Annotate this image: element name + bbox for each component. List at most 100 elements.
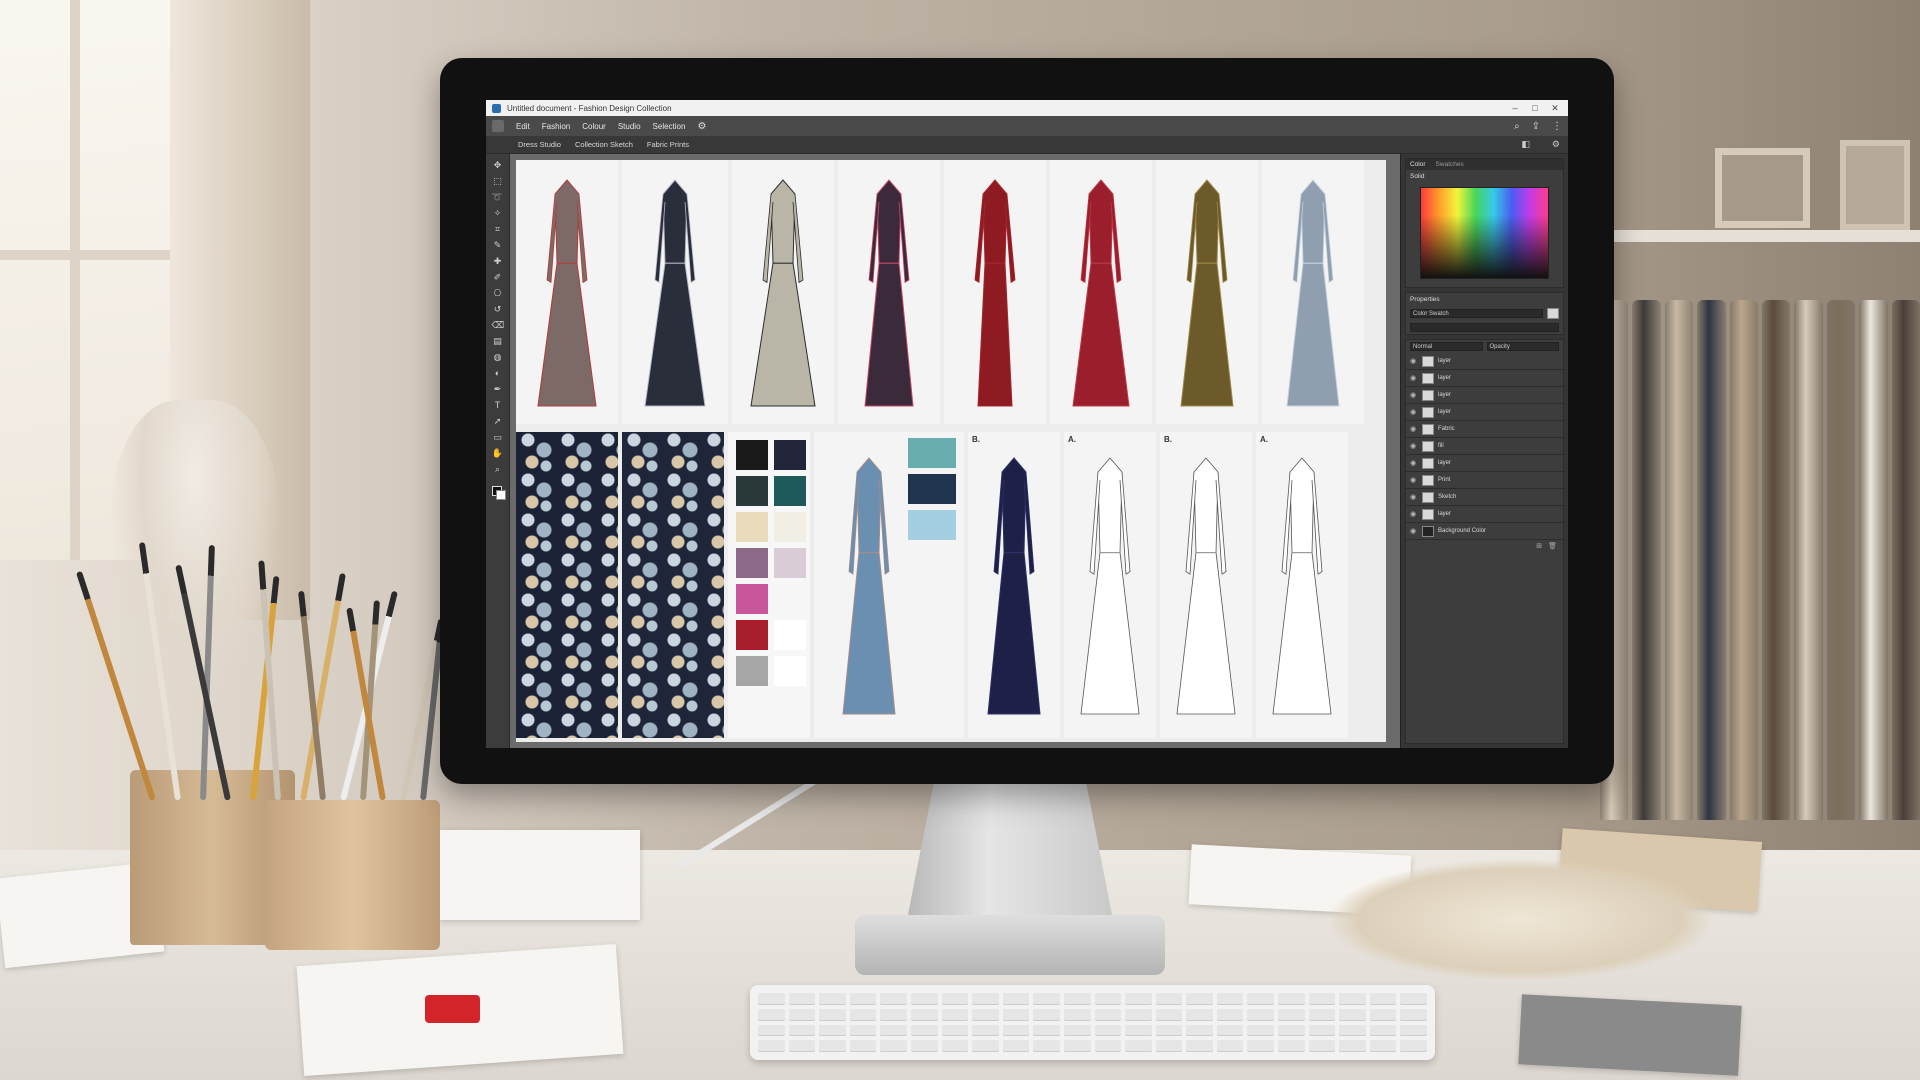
menu-item-edit[interactable]: Edit (516, 122, 530, 131)
dress-thumbnail[interactable] (838, 160, 940, 424)
keyboard-key[interactable] (1339, 1040, 1366, 1052)
keyboard-key[interactable] (788, 1040, 816, 1052)
lasso-icon[interactable]: ➰ (492, 192, 504, 203)
keyboard-key[interactable] (849, 1024, 877, 1037)
keyboard-key[interactable] (1094, 1008, 1122, 1021)
dress-sketch[interactable]: A. (1064, 432, 1156, 738)
pen-icon[interactable]: ✒ (492, 384, 504, 395)
color-swatch[interactable] (774, 440, 806, 470)
keyboard-key[interactable] (1216, 1040, 1244, 1052)
keyboard-key[interactable] (1063, 1024, 1091, 1037)
keyboard-key[interactable] (1247, 1008, 1275, 1021)
color-thumb[interactable] (1547, 308, 1559, 319)
keyboard-key[interactable] (1033, 1024, 1060, 1037)
color-swatch[interactable] (774, 584, 806, 614)
keyboard-key[interactable] (758, 993, 785, 1005)
layer-row[interactable]: ◉ layer (1406, 506, 1563, 523)
keyboard-key[interactable] (758, 1024, 785, 1037)
keyboard-key[interactable] (1369, 1040, 1397, 1052)
eye-icon[interactable]: ◉ (1410, 510, 1418, 518)
keyboard-key[interactable] (972, 1040, 999, 1052)
keyboard-key[interactable] (1094, 1040, 1122, 1052)
arrange-icon[interactable]: ◧ (1521, 139, 1530, 150)
keyboard-key[interactable] (1002, 1040, 1030, 1052)
keyboard-key[interactable] (1278, 1008, 1305, 1021)
eye-icon[interactable]: ◉ (1410, 527, 1418, 535)
keyboard-key[interactable] (1155, 1040, 1183, 1052)
path-icon[interactable]: ➚ (492, 416, 504, 427)
keyboard-key[interactable] (819, 1040, 846, 1052)
eye-icon[interactable]: ◉ (1410, 425, 1418, 433)
dress-sketch[interactable]: B. (968, 432, 1060, 738)
keyboard-key[interactable] (1094, 993, 1122, 1005)
keyboard-key[interactable] (1369, 1008, 1397, 1021)
keyboard-key[interactable] (788, 1008, 816, 1021)
keyboard-key[interactable] (1339, 1008, 1366, 1021)
layer-row[interactable]: ◉ layer (1406, 455, 1563, 472)
keyboard-key[interactable] (910, 1024, 938, 1037)
keyboard-key[interactable] (1308, 1008, 1336, 1021)
keyboard-key[interactable] (758, 1040, 785, 1052)
minimize-button[interactable]: – (1508, 103, 1522, 113)
color-swatch[interactable] (736, 476, 768, 506)
keyboard-key[interactable] (849, 1008, 877, 1021)
menu-item-studio[interactable]: Studio (618, 122, 641, 131)
keyboard-key[interactable] (1369, 993, 1397, 1005)
keyboard-key[interactable] (1400, 1024, 1427, 1037)
keyboard-key[interactable] (910, 1040, 938, 1052)
fabric-print-swatch[interactable] (516, 432, 618, 738)
zoom-icon[interactable]: ⌕ (492, 464, 504, 475)
layer-row[interactable]: ◉ Print (1406, 472, 1563, 489)
menu-item-fashion[interactable]: Fashion (542, 122, 570, 131)
keyboard-key[interactable] (1369, 1024, 1397, 1037)
keyboard-key[interactable] (972, 993, 999, 1005)
gradient-icon[interactable]: ▤ (492, 336, 504, 347)
color-swatch[interactable] (736, 440, 768, 470)
color-swatch[interactable] (736, 584, 768, 614)
keyboard-key[interactable] (1063, 1008, 1091, 1021)
keyboard-key[interactable] (1278, 993, 1305, 1005)
color-picker[interactable] (1420, 187, 1549, 279)
keyboard-key[interactable] (880, 1008, 907, 1021)
color-swatch[interactable] (774, 512, 806, 542)
keyboard-key[interactable] (1002, 1024, 1030, 1037)
dress-thumbnail[interactable] (1156, 160, 1258, 424)
blur-icon[interactable]: ◍ (492, 352, 504, 363)
keyboard-key[interactable] (1308, 993, 1336, 1005)
keyboard-key[interactable] (1247, 1024, 1275, 1037)
settings-icon[interactable]: ⚙ (697, 121, 706, 132)
keyboard-key[interactable] (819, 1008, 846, 1021)
trash-icon[interactable]: 🗑 (1548, 542, 1557, 550)
eye-icon[interactable]: ◉ (1410, 459, 1418, 467)
keyboard-key[interactable] (1216, 1008, 1244, 1021)
keyboard-key[interactable] (788, 993, 816, 1005)
keyboard-key[interactable] (1125, 1008, 1152, 1021)
menu-item-colour[interactable]: Colour (582, 122, 606, 131)
keyboard-key[interactable] (1247, 1040, 1275, 1052)
artboard[interactable]: B. A. B. A. (516, 160, 1386, 742)
foreground-background-swatch[interactable] (491, 486, 506, 500)
menu-item-selection[interactable]: Selection (653, 122, 686, 131)
keyboard-key[interactable] (1155, 1024, 1183, 1037)
tab-color[interactable]: Color (1410, 161, 1426, 168)
color-swatch[interactable] (736, 548, 768, 578)
keyboard-key[interactable] (1094, 1024, 1122, 1037)
heal-icon[interactable]: ✚ (492, 256, 504, 267)
keyboard-key[interactable] (941, 1040, 969, 1052)
new-layer-icon[interactable]: ⊞ (1536, 542, 1542, 550)
move-icon[interactable]: ✥ (492, 160, 504, 171)
keyboard-key[interactable] (1216, 1024, 1244, 1037)
fabric-print-swatch[interactable] (622, 432, 724, 738)
marquee-icon[interactable]: ⬚ (492, 176, 504, 187)
keyboard-key[interactable] (1033, 1040, 1060, 1052)
eye-icon[interactable]: ◉ (1410, 442, 1418, 450)
keyboard-key[interactable] (880, 1040, 907, 1052)
keyboard-key[interactable] (1033, 1008, 1060, 1021)
brush-icon[interactable]: ✐ (492, 272, 504, 283)
color-swatch[interactable] (908, 510, 956, 540)
keyboard-key[interactable] (1125, 993, 1152, 1005)
tab-dress-studio[interactable]: Dress Studio (518, 140, 561, 149)
color-swatch[interactable] (908, 438, 956, 468)
layer-row[interactable]: ◉ Background Color (1406, 523, 1563, 540)
eye-icon[interactable]: ◉ (1410, 391, 1418, 399)
